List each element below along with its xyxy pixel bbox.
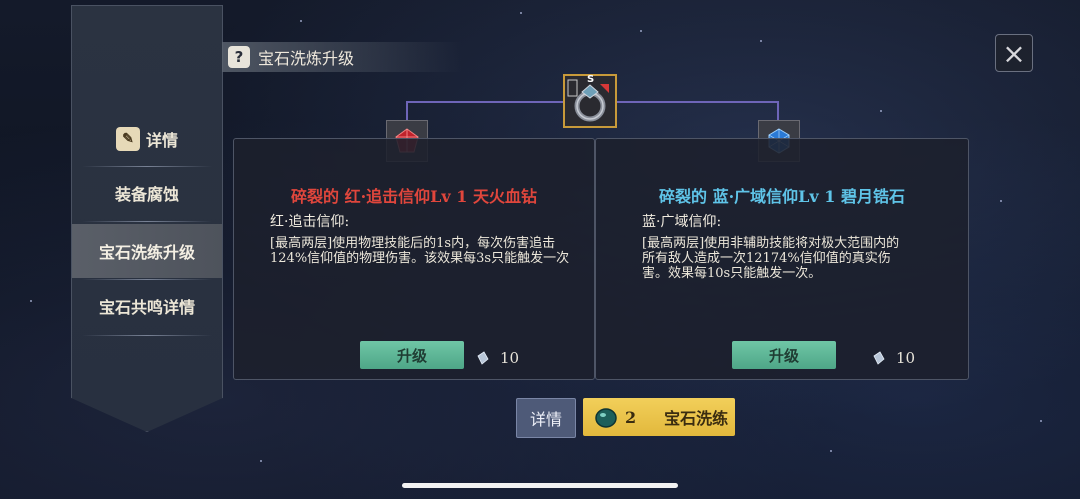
sidebar-item-equipment-corrosion[interactable]: 装备腐蚀 xyxy=(72,166,222,220)
gem-card-title: 碎裂的 蓝·广域信仰Lv 1 碧月锆石 xyxy=(659,187,905,206)
sidebar-item-label: 宝石共鸣详情 xyxy=(98,298,195,317)
upgrade-button[interactable]: 升级 xyxy=(732,341,836,369)
crystal-icon xyxy=(873,351,885,365)
details-button[interactable]: 详情 xyxy=(516,398,576,438)
sidebar-item-label: 宝石洗练升级 xyxy=(98,243,195,262)
close-icon: × xyxy=(1002,36,1026,70)
red-gem-card: 碎裂的 红·追击信仰Lv 1 天火血钻 红·追击信仰: [最高两层]使用物理技能… xyxy=(233,138,595,380)
gem-card-title: 碎裂的 红·追击信仰Lv 1 天火血钻 xyxy=(291,187,537,206)
divider xyxy=(82,335,212,336)
page-title-bar: ? 宝石洗炼升级 xyxy=(222,42,462,72)
ring-grade-badge: S xyxy=(587,74,595,85)
gem-wash-button[interactable]: 2 宝石洗练 xyxy=(583,398,735,436)
wash-label: 宝石洗练 xyxy=(664,409,729,428)
star xyxy=(1040,420,1042,422)
wash-count: 2 xyxy=(625,407,637,427)
star xyxy=(880,110,882,112)
upgrade-button[interactable]: 升级 xyxy=(360,341,464,369)
wash-gem-icon xyxy=(595,408,617,428)
upgrade-cost: 10 xyxy=(872,349,915,367)
star xyxy=(30,300,32,302)
ring-equipment-slot[interactable]: S xyxy=(563,74,617,128)
star xyxy=(760,40,762,42)
sidebar-item-gem-wash-upgrade[interactable]: 宝石洗练升级 xyxy=(72,224,222,278)
star xyxy=(1000,200,1002,202)
gem-effect-name: 蓝·广域信仰: xyxy=(642,214,722,230)
star xyxy=(300,20,302,22)
upgrade-cost: 10 xyxy=(476,349,519,367)
gem-effect-description: [最高两层]使用非辅助技能将对极大范围内的所有敌人造成一次12174%信仰值的真… xyxy=(642,236,900,281)
gem-effect-name: 红·追击信仰: xyxy=(270,214,350,230)
divider xyxy=(82,221,212,222)
star xyxy=(260,460,262,462)
cost-value: 10 xyxy=(500,349,520,367)
page-title: 宝石洗炼升级 xyxy=(258,49,355,68)
sidebar-item-details[interactable]: ✎ 详情 xyxy=(72,112,222,166)
sidebar-item-label: 详情 xyxy=(145,131,178,150)
star xyxy=(640,30,642,32)
star xyxy=(830,450,832,452)
help-icon[interactable]: ? xyxy=(228,46,250,68)
blue-gem-card: 碎裂的 蓝·广域信仰Lv 1 碧月锆石 蓝·广域信仰: [最高两层]使用非辅助技… xyxy=(595,138,969,380)
crystal-icon xyxy=(477,351,489,365)
close-button[interactable]: × xyxy=(995,34,1033,72)
scroll-icon: ✎ xyxy=(115,127,140,151)
sidebar-item-gem-resonance[interactable]: 宝石共鸣详情 xyxy=(72,279,222,333)
connector-line xyxy=(617,101,779,103)
sidebar-item-label: 装备腐蚀 xyxy=(114,185,179,204)
connector-line xyxy=(407,101,564,103)
connector-line xyxy=(406,101,408,120)
gem-effect-description: [最高两层]使用物理技能后的1s内，每次伤害追击124%信仰值的物理伤害。该效果… xyxy=(270,236,570,266)
home-indicator[interactable] xyxy=(402,483,678,488)
cost-value: 10 xyxy=(896,349,916,367)
sidebar: ✎ 详情 装备腐蚀 宝石洗练升级 宝石共鸣详情 xyxy=(71,5,223,432)
star xyxy=(520,12,522,14)
connector-line xyxy=(777,101,779,120)
